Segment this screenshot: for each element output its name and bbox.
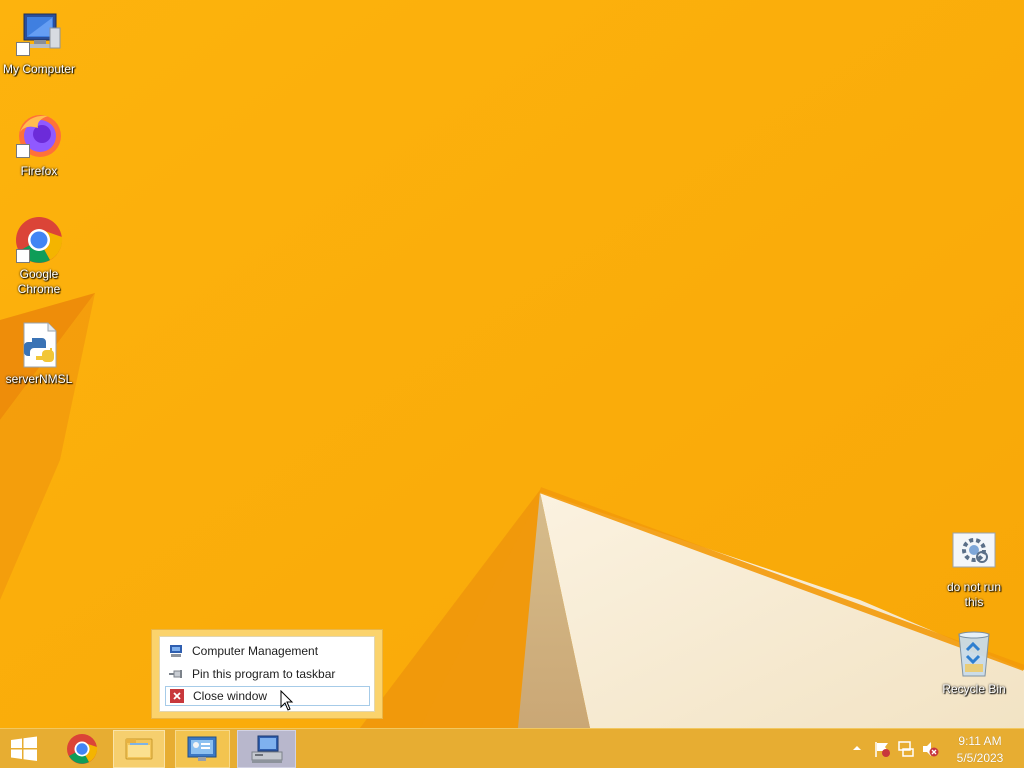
desktop-icon-firefox[interactable]: Firefox [0,112,78,179]
start-button[interactable] [0,730,48,768]
jump-list-item-computer-management[interactable]: Computer Management [165,641,370,661]
jump-list-item-label: Close window [193,689,268,703]
computer-management-icon [251,735,283,763]
python-file-icon [23,322,57,368]
desktop-icon-do-not-run-this[interactable]: do not run this [935,530,1013,610]
close-icon [170,689,184,703]
jump-list-item-label: Pin this program to taskbar [192,667,336,681]
show-hidden-icons-icon[interactable] [851,743,863,753]
taskbar-chrome-button[interactable] [56,730,108,768]
desktop: My Computer Firefox Google Chrome server… [0,0,1024,728]
desktop-icon-label: do not run this [946,580,1002,609]
chrome-icon [67,734,98,764]
recycle-bin-icon [958,631,990,677]
network-icon[interactable] [897,740,915,758]
folder-icon [125,738,153,760]
desktop-icon-label: Recycle Bin [942,682,1006,696]
desktop-icon-label: serverNMSL [5,372,73,386]
taskbar-computer-management-button[interactable] [237,730,296,768]
pin-icon [169,667,183,681]
desktop-icon-label: Firefox [20,164,58,178]
desktop-icon-servernmsl[interactable]: serverNMSL [0,320,78,387]
taskbar-control-panel-button[interactable] [175,730,230,768]
volume-muted-icon[interactable] [921,740,939,758]
desktop-icon-label: My Computer [2,62,76,76]
desktop-icon-my-computer[interactable]: My Computer [0,10,78,77]
desktop-icon-recycle-bin[interactable]: Recycle Bin [935,630,1013,697]
jump-list-panel: Computer Management Pin this program to … [159,636,375,712]
desktop-icon-label: Google Chrome [17,267,61,296]
control-panel-icon [187,736,217,761]
jump-list-item-label: Computer Management [192,644,319,658]
action-center-flag-icon[interactable] [873,740,891,758]
taskbar-file-explorer-button[interactable] [113,730,165,768]
taskbar: 9:11 AM 5/5/2023 [0,728,1024,768]
mouse-cursor-icon [280,690,294,711]
shortcut-arrow-icon [16,144,30,158]
desktop-icon-google-chrome[interactable]: Google Chrome [0,215,78,297]
shortcut-arrow-icon [16,42,30,56]
clock-time[interactable]: 9:11 AM [945,734,1015,748]
windows-logo-icon [11,736,37,761]
jump-list-item-pin[interactable]: Pin this program to taskbar [165,664,370,684]
wallpaper [0,0,1024,728]
computer-management-icon [169,644,183,658]
taskbar-jump-list: Computer Management Pin this program to … [151,629,383,719]
settings-file-icon [952,532,996,568]
shortcut-arrow-icon [16,249,30,263]
jump-list-item-close-window[interactable]: Close window [165,686,370,706]
clock-date[interactable]: 5/5/2023 [945,751,1015,765]
